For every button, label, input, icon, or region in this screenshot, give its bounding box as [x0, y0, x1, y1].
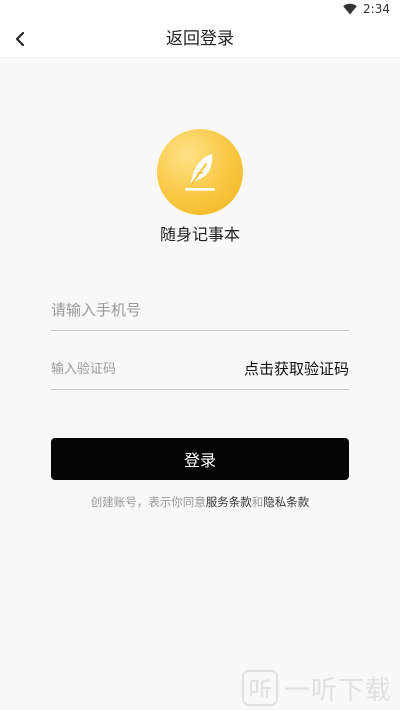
chevron-left-icon [15, 31, 25, 47]
wifi-icon [343, 3, 357, 15]
phone-input[interactable] [51, 291, 349, 329]
terms-link[interactable]: 服务条款 [206, 495, 252, 509]
title-bar: 返回登录 [0, 20, 400, 58]
agreement-text: 创建账号，表示你同意服务条款和隐私条款 [0, 494, 400, 510]
privacy-link[interactable]: 隐私条款 [263, 495, 309, 509]
page-title: 返回登录 [166, 29, 234, 49]
app-name: 随身记事本 [159, 225, 240, 244]
login-content: 随身记事本 点击获取验证码 登录 创建账号，表示你同意服务条款和隐私条款 一听下… [0, 58, 400, 710]
code-field: 点击获取验证码 [51, 350, 349, 390]
watermark-text: 一听下载 [283, 675, 392, 706]
verification-code-input[interactable] [51, 350, 221, 388]
agreement-prefix: 创建账号，表示你同意 [90, 495, 206, 509]
login-button[interactable]: 登录 [51, 438, 349, 480]
get-code-button[interactable]: 点击获取验证码 [244, 350, 349, 388]
watermark-logo-icon [241, 670, 278, 706]
back-button[interactable] [6, 25, 34, 53]
status-time: 2:34 [363, 2, 390, 16]
feather-pen-icon [185, 154, 215, 191]
agreement-and: 和 [251, 495, 264, 509]
phone-field [51, 291, 349, 331]
watermark: 一听下载 [241, 668, 392, 708]
status-indicators: 2:34 [343, 2, 390, 16]
app-logo [157, 129, 243, 215]
status-bar: 2:34 [0, 0, 400, 20]
